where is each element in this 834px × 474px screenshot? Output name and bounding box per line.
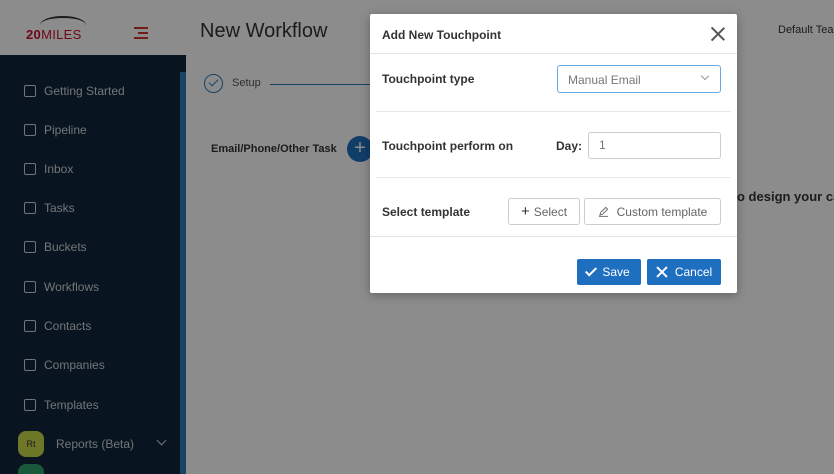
modal-header: Add New Touchpoint [370, 14, 737, 54]
modal-footer-divider [370, 236, 737, 237]
plus-icon: + [520, 203, 530, 220]
touchpoint-type-label: Touchpoint type [382, 72, 475, 86]
modal-title: Add New Touchpoint [382, 28, 502, 42]
save-button[interactable]: Save [577, 259, 641, 285]
chevron-down-icon [700, 71, 710, 81]
template-label: Select template [382, 205, 471, 219]
perform-on-label: Touchpoint perform on [382, 139, 514, 153]
divider [376, 177, 731, 178]
check-icon [585, 264, 598, 277]
close-icon[interactable] [710, 26, 726, 42]
custom-template-label: Custom template [616, 204, 708, 219]
touchpoint-type-value: Manual Email [568, 73, 641, 87]
touchpoint-type-select[interactable]: Manual Email [557, 65, 721, 93]
select-template-label: Select [533, 204, 568, 219]
close-icon [656, 266, 668, 278]
cancel-button[interactable]: Cancel [647, 259, 721, 285]
pencil-icon [598, 206, 608, 217]
select-template-button[interactable]: + Select [508, 198, 580, 225]
add-touchpoint-modal: Add New Touchpoint Touchpoint type Manua… [370, 14, 737, 293]
custom-template-button[interactable]: Custom template [584, 198, 721, 225]
save-button-label: Save [602, 265, 630, 279]
day-label: Day: [556, 139, 583, 153]
cancel-button-label: Cancel [674, 265, 713, 279]
divider [376, 111, 731, 112]
day-input[interactable]: 1 [588, 132, 721, 159]
